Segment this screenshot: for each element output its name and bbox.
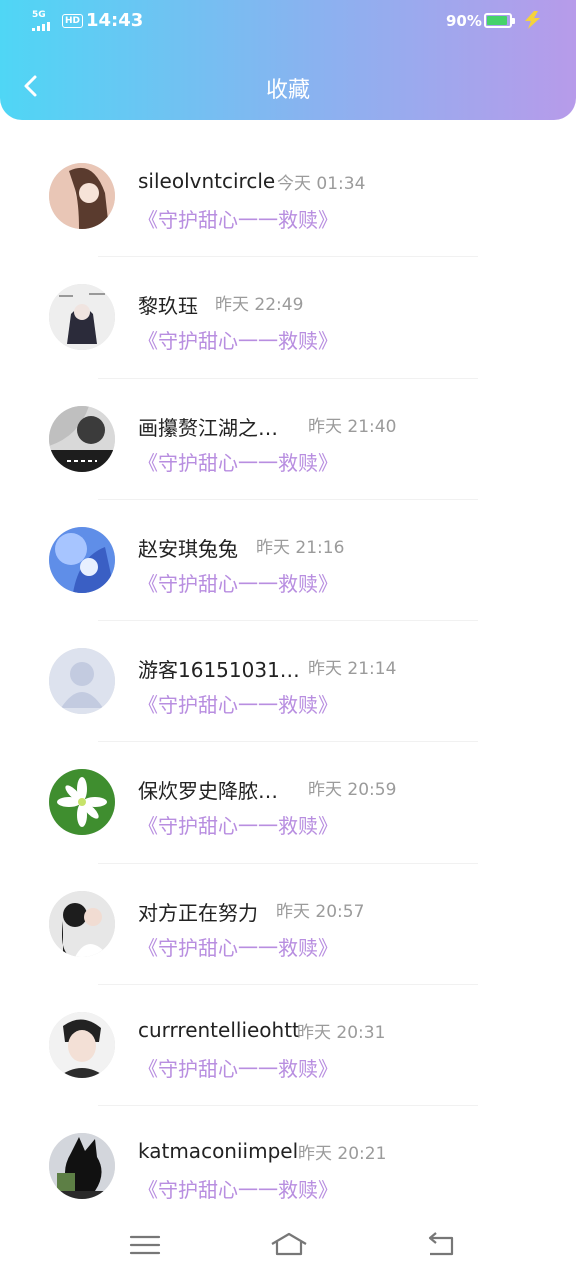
avatar[interactable] <box>49 1012 115 1079</box>
status-time: 14:43 <box>86 10 144 31</box>
list-item[interactable]: katmaconiimpel 昨天 20:21 《守护甜心一一救赎》 <box>0 1106 576 1227</box>
username: katmaconiimpel <box>138 1139 299 1164</box>
system-nav-bar <box>0 1216 576 1280</box>
book-title-link[interactable]: 《守护甜心一一救赎》 <box>138 810 338 839</box>
username: 对方正在努力 <box>138 900 258 925</box>
timestamp: 昨天 20:31 <box>297 1023 386 1044</box>
signal-icon: 5G <box>32 10 62 31</box>
avatar[interactable] <box>49 1133 115 1200</box>
username: 保炊罗史降脓… <box>138 779 278 804</box>
favorites-list: sileolvntcircle 今天 01:34 《守护甜心一一救赎》 黎玖珏 … <box>0 136 576 1228</box>
timestamp: 昨天 20:59 <box>308 780 397 801</box>
username: 画攥赘江湖之… <box>138 415 278 440</box>
book-title-link[interactable]: 《守护甜心一一救赎》 <box>138 325 338 354</box>
avatar[interactable] <box>49 890 115 957</box>
timestamp: 昨天 21:14 <box>308 659 397 680</box>
avatar[interactable] <box>49 284 115 351</box>
timestamp: 今天 01:34 <box>277 174 366 194</box>
username: currrentellieohtt <box>138 1018 300 1043</box>
timestamp: 昨天 21:16 <box>256 537 345 558</box>
back-icon[interactable] <box>424 1230 458 1260</box>
list-item[interactable]: sileolvntcircle 今天 01:34 《守护甜心一一救赎》 <box>0 136 576 258</box>
timestamp: 昨天 21:40 <box>308 416 397 437</box>
home-icon[interactable] <box>270 1230 308 1260</box>
username: 赵安琪兔兔 <box>138 536 238 561</box>
book-title-link[interactable]: 《守护甜心一一救赎》 <box>138 447 338 476</box>
list-item[interactable]: 游客16151031… 昨天 21:14 《守护甜心一一救赎》 <box>0 621 576 743</box>
list-item[interactable]: currrentellieohtt 昨天 20:31 《守护甜心一一救赎》 <box>0 985 576 1107</box>
hd-badge: HD <box>62 14 84 28</box>
username: 游客16151031… <box>138 658 300 683</box>
default-avatar-icon[interactable] <box>49 648 115 715</box>
list-item[interactable]: 赵安琪兔兔 昨天 21:16 《守护甜心一一救赎》 <box>0 500 576 622</box>
list-item[interactable]: 对方正在努力 昨天 20:57 《守护甜心一一救赎》 <box>0 864 576 986</box>
title-bar: 收藏 <box>0 56 576 116</box>
list-item[interactable]: 画攥赘江湖之… 昨天 21:40 《守护甜心一一救赎》 <box>0 379 576 500</box>
header-bar: 5G HD 14:43 90% 收藏 <box>0 0 576 120</box>
username: 黎玖珏 <box>138 294 198 319</box>
book-title-link[interactable]: 《守护甜心一一救赎》 <box>138 1053 338 1082</box>
username: sileolvntcircle <box>138 169 276 193</box>
list-item[interactable]: 保炊罗史降脓… 昨天 20:59 《守护甜心一一救赎》 <box>0 742 576 864</box>
battery-percent: 90% <box>446 12 482 30</box>
battery-icon <box>484 13 515 28</box>
avatar[interactable] <box>49 769 115 836</box>
status-bar: 5G HD 14:43 90% <box>0 0 576 44</box>
book-title-link[interactable]: 《守护甜心一一救赎》 <box>138 204 338 233</box>
timestamp: 昨天 22:49 <box>215 295 304 316</box>
charging-icon <box>525 11 540 29</box>
timestamp: 昨天 20:21 <box>298 1144 387 1165</box>
book-title-link[interactable]: 《守护甜心一一救赎》 <box>138 932 338 961</box>
book-title-link[interactable]: 《守护甜心一一救赎》 <box>138 568 338 597</box>
page-title: 收藏 <box>265 78 310 103</box>
book-title-link[interactable]: 《守护甜心一一救赎》 <box>138 689 338 718</box>
list-item[interactable]: 黎玖珏 昨天 22:49 《守护甜心一一救赎》 <box>0 257 576 379</box>
network-label: 5G <box>32 10 46 20</box>
book-title-link[interactable]: 《守护甜心一一救赎》 <box>138 1174 338 1203</box>
avatar[interactable] <box>49 163 115 229</box>
avatar[interactable] <box>49 526 115 593</box>
avatar[interactable] <box>49 405 115 472</box>
timestamp: 昨天 20:57 <box>276 901 365 922</box>
menu-icon[interactable] <box>128 1230 162 1260</box>
